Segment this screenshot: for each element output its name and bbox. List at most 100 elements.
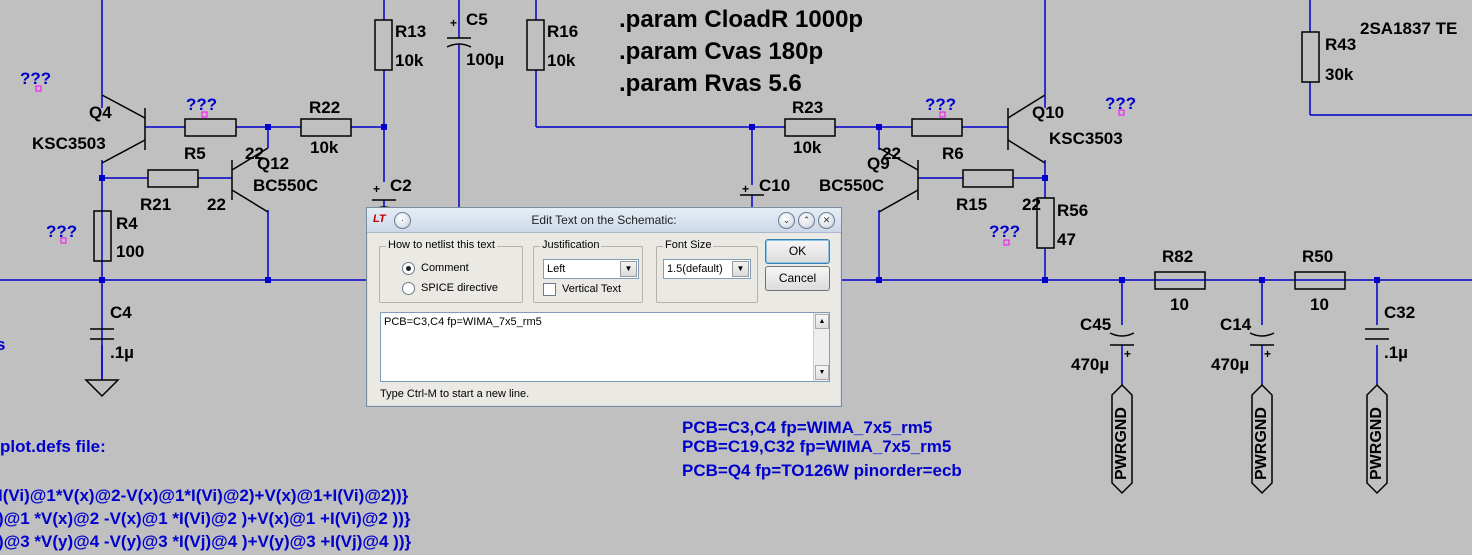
value-r43[interactable]: 30k bbox=[1325, 66, 1353, 83]
text-editor-content[interactable]: PCB=C3,C4 fp=WIMA_7x5_rm5 bbox=[384, 316, 542, 328]
type-q4[interactable]: KSC3503 bbox=[32, 135, 106, 152]
value-c45[interactable]: 470µ bbox=[1071, 356, 1109, 373]
comment-formula-1[interactable]: I(Vi)@1*V(x)@2-V(x)@1*I(Vi)@2)+V(x)@1+I(… bbox=[0, 487, 408, 504]
justification-value: Left bbox=[547, 263, 566, 275]
comment-formula-2[interactable]: )@1 *V(x)@2 -V(x)@1 *I(Vi)@2 )+V(x)@1 +I… bbox=[0, 510, 410, 527]
comment-formula-3[interactable]: )@3 *V(y)@4 -V(y)@3 *I(Vj)@4 )+V(y)@3 +I… bbox=[0, 533, 411, 550]
label-r6[interactable]: R6 bbox=[942, 145, 964, 162]
hint-text: Type Ctrl-M to start a new line. bbox=[380, 388, 530, 400]
value-r15[interactable]: 22 bbox=[1022, 196, 1041, 213]
resistor-r13 bbox=[374, 19, 393, 71]
label-q10[interactable]: Q10 bbox=[1032, 104, 1064, 121]
param-cloadr[interactable]: .param CloadR 1000p bbox=[619, 8, 863, 32]
dialog-titlebar[interactable]: LT · Edit Text on the Schematic: ⌄ ⌃ ✕ bbox=[367, 208, 841, 233]
minimize-icon[interactable]: ⌄ bbox=[778, 212, 795, 229]
label-r15[interactable]: R15 bbox=[956, 196, 987, 213]
value-c32[interactable]: .1µ bbox=[1384, 344, 1408, 361]
scroll-down-icon[interactable]: ▼ bbox=[815, 365, 829, 380]
font-size-group-title: Font Size bbox=[663, 239, 714, 251]
edit-text-dialog: LT · Edit Text on the Schematic: ⌄ ⌃ ✕ H… bbox=[366, 207, 842, 407]
comment-pcb-c3-c4[interactable]: PCB=C3,C4 fp=WIMA_7x5_rm5 bbox=[682, 419, 932, 436]
font-size-value: 1.5(default) bbox=[667, 263, 723, 275]
value-c14[interactable]: 470µ bbox=[1211, 356, 1249, 373]
pwrgnd-label-3[interactable]: PWRGND bbox=[1368, 407, 1385, 480]
label-r22[interactable]: R22 bbox=[309, 99, 340, 116]
justification-select[interactable]: Left ▼ bbox=[543, 259, 639, 279]
value-r6-left[interactable]: 22 bbox=[882, 145, 901, 162]
label-r13[interactable]: R13 bbox=[395, 23, 426, 40]
radio-comment-label[interactable]: Comment bbox=[421, 262, 469, 274]
plus-c14: + bbox=[1264, 347, 1272, 361]
radio-spice-label[interactable]: SPICE directive bbox=[421, 282, 498, 294]
dropdown-arrow-icon[interactable]: ▼ bbox=[620, 261, 637, 277]
label-2sa1837[interactable]: 2SA1837 TE bbox=[1360, 20, 1457, 37]
label-r43[interactable]: R43 bbox=[1325, 36, 1356, 53]
label-r21[interactable]: R21 bbox=[140, 196, 171, 213]
value-r56[interactable]: 47 bbox=[1057, 231, 1076, 248]
cancel-button[interactable]: Cancel bbox=[765, 266, 830, 291]
resistor-r5 bbox=[184, 118, 237, 137]
value-r4[interactable]: 100 bbox=[116, 243, 144, 260]
value-c4[interactable]: .1µ bbox=[110, 344, 134, 361]
type-q9[interactable]: BC550C bbox=[819, 177, 884, 194]
close-icon[interactable]: ✕ bbox=[818, 212, 835, 229]
comment-pcb-c19-c32[interactable]: PCB=C19,C32 fp=WIMA_7x5_rm5 bbox=[682, 438, 951, 455]
label-c32[interactable]: C32 bbox=[1384, 304, 1415, 321]
dropdown-arrow-icon[interactable]: ▼ bbox=[732, 261, 749, 277]
value-r21[interactable]: 22 bbox=[207, 196, 226, 213]
plus-c10: + bbox=[742, 182, 750, 196]
ok-button[interactable]: OK bbox=[765, 239, 830, 264]
value-c5[interactable]: 100µ bbox=[466, 51, 504, 68]
dialog-title: Edit Text on the Schematic: bbox=[531, 213, 677, 227]
label-c10[interactable]: C10 bbox=[759, 177, 790, 194]
vertical-scrollbar[interactable]: ▲ ▼ bbox=[813, 313, 829, 381]
plus-c2: + bbox=[373, 182, 381, 196]
label-c2[interactable]: C2 bbox=[390, 177, 412, 194]
resistor-r16 bbox=[526, 19, 545, 71]
label-r50[interactable]: R50 bbox=[1302, 248, 1333, 265]
vertical-text-label[interactable]: Vertical Text bbox=[562, 283, 621, 295]
label-r16[interactable]: R16 bbox=[547, 23, 578, 40]
label-c5[interactable]: C5 bbox=[466, 11, 488, 28]
plus-c5: + bbox=[450, 16, 458, 30]
label-q12[interactable]: Q12 bbox=[257, 155, 289, 172]
resistor-r21 bbox=[147, 169, 199, 188]
plus-c45: + bbox=[1124, 347, 1132, 361]
value-r23[interactable]: 10k bbox=[793, 139, 821, 156]
comment-plot-defs[interactable]: plot.defs file: bbox=[0, 438, 106, 455]
label-r56[interactable]: R56 bbox=[1057, 202, 1088, 219]
type-q10[interactable]: KSC3503 bbox=[1049, 130, 1123, 147]
maximize-icon[interactable]: ⌃ bbox=[798, 212, 815, 229]
scroll-up-icon[interactable]: ▲ bbox=[815, 314, 829, 329]
param-cvas[interactable]: .param Cvas 180p bbox=[619, 40, 823, 64]
font-size-select[interactable]: 1.5(default) ▼ bbox=[663, 259, 751, 279]
label-r5[interactable]: R5 bbox=[184, 145, 206, 162]
radio-spice-directive[interactable] bbox=[402, 282, 415, 295]
value-r50[interactable]: 10 bbox=[1310, 296, 1329, 313]
radio-comment[interactable] bbox=[402, 262, 415, 275]
text-editor-area[interactable]: PCB=C3,C4 fp=WIMA_7x5_rm5 ▲ ▼ bbox=[380, 312, 830, 382]
value-r82[interactable]: 10 bbox=[1170, 296, 1189, 313]
type-q12[interactable]: BC550C bbox=[253, 177, 318, 194]
value-r16[interactable]: 10k bbox=[547, 52, 575, 69]
ground-symbol bbox=[84, 379, 120, 398]
resistor-r6 bbox=[911, 118, 963, 137]
value-r22[interactable]: 10k bbox=[310, 139, 338, 156]
resistor-r43 bbox=[1301, 31, 1320, 83]
label-q4[interactable]: Q4 bbox=[89, 104, 112, 121]
label-c14[interactable]: C14 bbox=[1220, 316, 1251, 333]
pwrgnd-label-1[interactable]: PWRGND bbox=[1113, 407, 1130, 480]
label-c4[interactable]: C4 bbox=[110, 304, 132, 321]
netlist-group-title: How to netlist this text bbox=[386, 239, 497, 251]
label-c45[interactable]: C45 bbox=[1080, 316, 1111, 333]
value-r13[interactable]: 10k bbox=[395, 52, 423, 69]
vertical-text-checkbox[interactable] bbox=[543, 283, 556, 296]
label-r82[interactable]: R82 bbox=[1162, 248, 1193, 265]
unknown-marker: ??? bbox=[925, 95, 957, 114]
label-r4[interactable]: R4 bbox=[116, 215, 138, 232]
justification-group: Justification Left ▼ Vertical Text bbox=[533, 239, 643, 303]
pwrgnd-label-2[interactable]: PWRGND bbox=[1253, 407, 1270, 480]
comment-pcb-q4[interactable]: PCB=Q4 fp=TO126W pinorder=ecb bbox=[682, 462, 962, 479]
label-r23[interactable]: R23 bbox=[792, 99, 823, 116]
param-rvas[interactable]: .param Rvas 5.6 bbox=[619, 72, 802, 96]
